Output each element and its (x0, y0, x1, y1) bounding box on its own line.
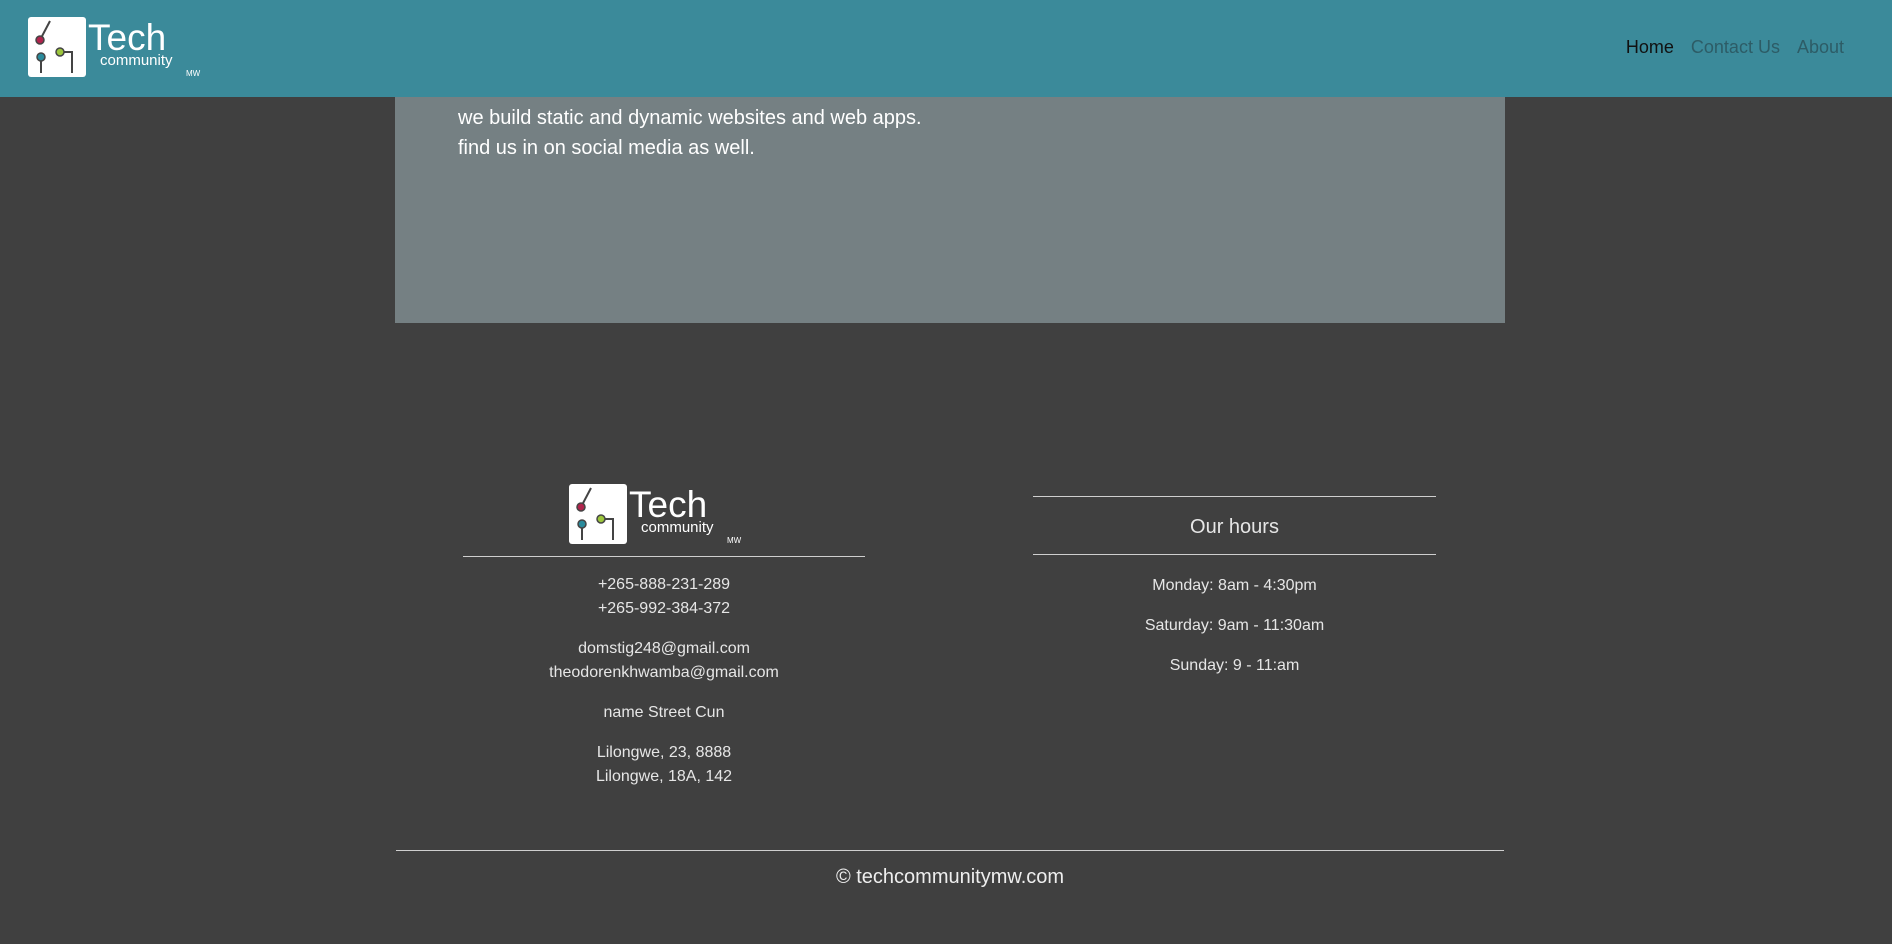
intro-line-2: find us in on social media as well. (458, 137, 755, 159)
footer-brand-sub: community (641, 519, 714, 536)
hours-bottom-divider (1033, 554, 1436, 555)
address-1: Lilongwe, 23, 8888 (596, 744, 732, 761)
hours-title: Our hours (1190, 516, 1279, 538)
email-list: domstig248@gmail.com theodorenkhwamba@gm… (463, 637, 865, 685)
hours-monday: Monday: 8am - 4:30pm (1152, 577, 1317, 594)
city-addresses: Lilongwe, 23, 8888 Lilongwe, 18A, 142 (463, 741, 865, 789)
hours-sunday: Sunday: 9 - 11:am (1169, 657, 1300, 674)
intro-panel: we build static and dynamic websites and… (395, 97, 1505, 323)
footer-brand-suffix: MW (727, 536, 742, 545)
footer-contact-column: Tech community MW +265-888-231-289 +265-… (463, 484, 865, 789)
contact-divider (463, 556, 865, 557)
main-nav: Home Contact Us About (1626, 37, 1844, 58)
phone-1[interactable]: +265-888-231-289 (463, 573, 865, 597)
footer-logo: Tech community MW (569, 484, 742, 545)
street-address: name Street Cun (463, 701, 865, 725)
top-navbar: Tech community MW Home Contact Us About (0, 0, 1892, 97)
footer-hours-column: Our hours Monday: 8am - 4:30pm Saturday:… (1033, 496, 1436, 678)
copyright-divider (396, 850, 1504, 851)
nav-home[interactable]: Home (1626, 37, 1674, 58)
nav-about[interactable]: About (1797, 37, 1844, 58)
phone-2[interactable]: +265-992-384-372 (463, 597, 865, 621)
intro-line-1: we build static and dynamic websites and… (458, 107, 922, 129)
copyright: © techcommunitymw.com (835, 866, 1065, 888)
phone-list: +265-888-231-289 +265-992-384-372 (463, 573, 865, 621)
nav-contact-us[interactable]: Contact Us (1691, 37, 1780, 58)
brand-logo[interactable]: Tech community MW (28, 17, 218, 79)
brand-suffix: MW (186, 69, 201, 78)
brand-sub: community (100, 52, 173, 69)
address-2: Lilongwe, 18A, 142 (595, 768, 733, 785)
email-1[interactable]: domstig248@gmail.com (463, 637, 865, 661)
email-2[interactable]: theodorenkhwamba@gmail.com (463, 661, 865, 685)
street-line: name Street Cun (603, 704, 725, 721)
hours-saturday: Saturday: 9am - 11:30am (1144, 617, 1325, 634)
